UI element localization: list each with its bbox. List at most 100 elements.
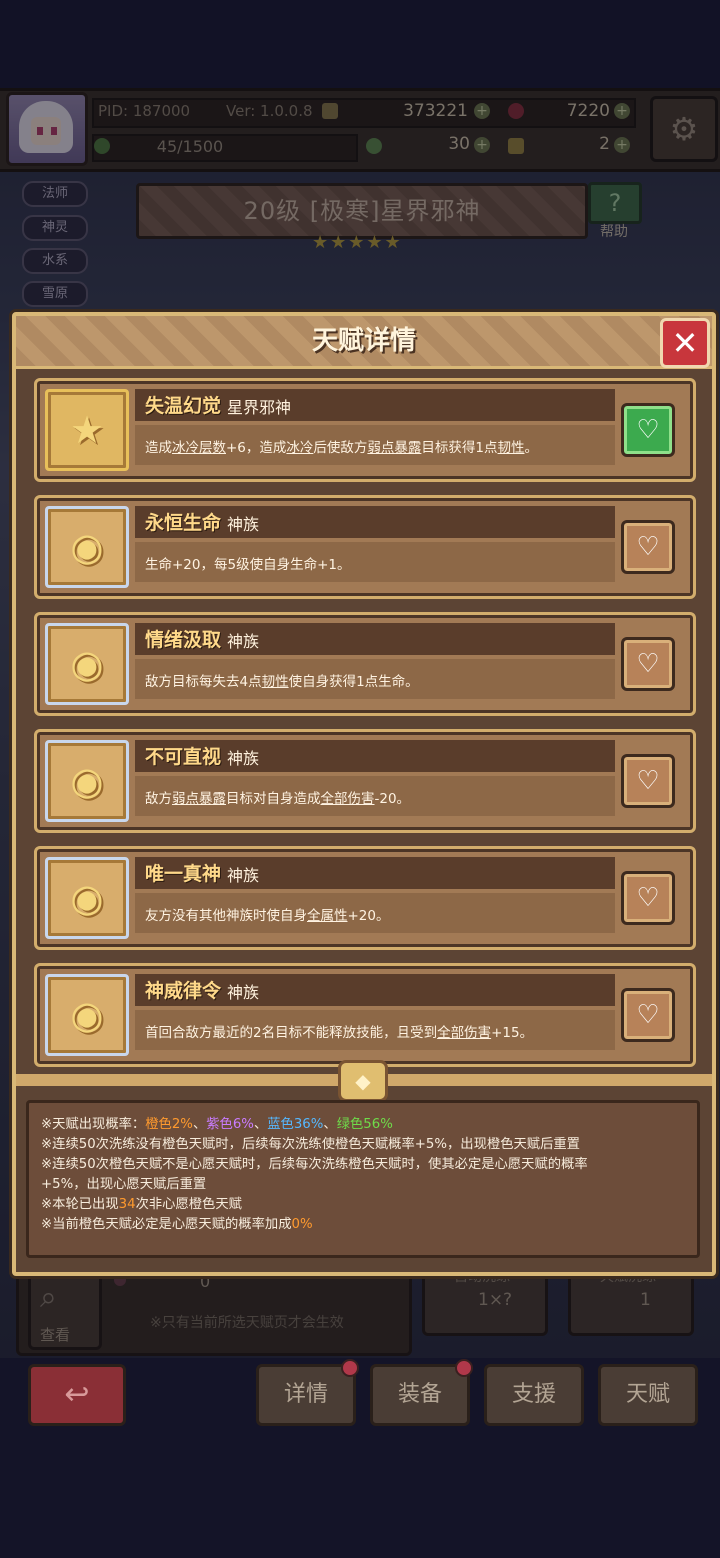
desc-text: 使自身获得1点生命。 [288,674,419,690]
emblem-icon: ◉ [70,759,104,803]
emblem-icon: ◉ [70,993,104,1037]
nav-details-label: 详情 [283,1382,328,1407]
talent-desc-row: 造成冰冷层数+6，造成冰冷后使敌方弱点暴露目标获得1点韧性。 [135,425,615,465]
keyword-link[interactable]: 韧性 [262,674,289,690]
talent-name: 不可直视 [145,746,222,768]
keyword-link[interactable]: 韧性 [498,440,525,456]
wish-heart-button[interactable]: ♡ [621,988,675,1042]
desc-text: 目标获得1点 [421,440,498,456]
rate-line: ※天赋出现概率：橙色2%、紫色6%、蓝色36%、绿色56% [41,1113,393,1132]
talent-desc-row: 敌方目标每失去4点韧性使自身获得1点生命。 [135,659,615,699]
desc-text: 。 [524,440,539,456]
keyword-link[interactable]: 全部伤害 [321,791,375,807]
god-emblem-icon: ◉ [45,974,129,1056]
god-emblem-icon: ◉ [45,506,129,588]
round-count-value: 34 [118,1197,136,1212]
pity-wish-line-cont: +5%，出现心愿天赋后重置 [41,1177,207,1192]
nav-equipment-label: 装备 [397,1382,442,1407]
talent-name-row: 不可直视 神族 [135,740,615,772]
keyword-link[interactable]: 全属性 [307,908,348,924]
nav-details[interactable]: 详情 [256,1359,359,1426]
talent-tribe: 神族 [227,632,260,651]
wish-heart-button[interactable]: ♡ [621,403,675,457]
rate-sep: 、 [192,1117,207,1132]
modal-title: 天赋详情 [311,326,416,356]
desc-text: 目标对自身造成 [226,791,321,807]
desc-text: +20。 [347,908,390,924]
talent-desc-row: 首回合敌方最近的2名目标不能释放技能，且受到全部伤害+15。 [135,1010,615,1050]
talent-name-row: 唯一真神 神族 [135,857,615,889]
keyword-link[interactable]: 冰冷层数 [172,440,226,456]
nav-equipment[interactable]: 装备 [370,1359,473,1426]
notification-dot [455,1359,473,1377]
talent-description: 敌方目标每失去4点韧性使自身获得1点生命。 [145,670,419,690]
emblem-icon: ◉ [70,642,104,686]
talent-tribe: 神族 [227,983,260,1002]
pity-wish-line: ※连续50次橙色天赋不是心愿天赋时，后续每次洗练橙色天赋时，使其必定是心愿天赋的… [41,1157,588,1172]
nav-talent-label: 天赋 [625,1382,670,1407]
nav-talent[interactable]: 天赋 [598,1364,698,1426]
talent-card[interactable]: ◉ 不可直视 神族敌方弱点暴露目标对自身造成全部伤害-20。 ♡ [34,729,696,833]
talent-card[interactable]: ◉ 永恒生命 神族生命+20，每5级使自身生命+1。 ♡ [34,495,696,599]
keyword-link[interactable]: 弱点暴露 [172,791,226,807]
desc-text: 敌方 [145,791,172,807]
rate-sep: 、 [323,1117,337,1132]
wish-heart-button[interactable]: ♡ [621,520,675,574]
talent-details-modal: 天赋详情 ✕ ★ 失温幻觉 星界邪神造成冰冷层数+6，造成冰冷后使敌方弱点暴露目标获… [12,312,716,1276]
keyword-link[interactable]: 冰冷 [286,440,313,456]
wish-bonus-prefix: ※当前橙色天赋必定是心愿天赋的概率加成 [41,1217,292,1232]
emblem-icon: ◉ [70,525,104,569]
nav-support[interactable]: 支援 [484,1364,584,1426]
talent-desc-row: 生命+20，每5级使自身生命+1。 [135,542,615,582]
talent-tribe: 神族 [227,866,260,885]
talent-description: 首回合敌方最近的2名目标不能释放技能，且受到全部伤害+15。 [145,1021,533,1041]
notification-dot [341,1359,359,1377]
desc-text: 敌方目标每失去4点 [145,674,262,690]
keyword-link[interactable]: 全部伤害 [437,1025,491,1041]
keyword-link[interactable]: 弱点暴露 [367,440,421,456]
god-emblem-icon: ◉ [45,857,129,939]
talent-desc-row: 敌方弱点暴露目标对自身造成全部伤害-20。 [135,776,615,816]
desc-text: 生命+20，每5级使自身生命+1。 [145,557,351,573]
talent-name: 情绪汲取 [145,629,222,651]
talent-tribe: 神族 [227,515,260,534]
talent-name-row: 神威律令 神族 [135,974,615,1006]
talent-name: 唯一真神 [145,863,222,885]
desc-text: +15。 [491,1025,534,1041]
back-button[interactable]: ↩ [28,1364,126,1426]
close-button[interactable]: ✕ [660,318,710,368]
talent-name-row: 情绪汲取 神族 [135,623,615,655]
wish-heart-button[interactable]: ♡ [621,637,675,691]
modal-header: 天赋详情 [16,316,712,369]
desc-text: 后使敌方 [313,440,368,456]
talent-description: 敌方弱点暴露目标对自身造成全部伤害-20。 [145,787,410,807]
probability-info-box: ※天赋出现概率：橙色2%、紫色6%、蓝色36%、绿色56% ※连续50次洗练没有… [26,1100,700,1258]
god-emblem-icon: ◉ [45,623,129,705]
desc-text: 友方没有其他神族时使自身 [145,908,307,924]
talent-card[interactable]: ◉ 神威律令 神族首回合敌方最近的2名目标不能释放技能，且受到全部伤害+15。 ♡ [34,963,696,1067]
talent-card[interactable]: ◉ 唯一真神 神族友方没有其他神族时使自身全属性+20。 ♡ [34,846,696,950]
wish-bonus-value: 0% [291,1217,313,1232]
emblem-icon: ◉ [70,876,104,920]
talent-description: 造成冰冷层数+6，造成冰冷后使敌方弱点暴露目标获得1点韧性。 [145,436,538,456]
rate-purple: 紫色6% [206,1117,254,1132]
top-letterbox [0,0,720,88]
talent-description: 友方没有其他神族时使自身全属性+20。 [145,904,390,924]
wish-bonus-line: ※当前橙色天赋必定是心愿天赋的概率加成0% [41,1213,313,1232]
round-count-line: ※本轮已出现34次非心愿橙色天赋 [41,1193,242,1212]
talent-tribe: 星界邪神 [227,398,292,417]
back-arrow-icon: ↩ [64,1377,90,1412]
desc-text: +6，造成 [226,440,287,456]
talent-name: 失温幻觉 [145,395,222,417]
talent-name-row: 失温幻觉 星界邪神 [135,389,615,421]
desc-text: -20。 [374,791,411,807]
talent-tribe: 神族 [227,749,260,768]
desc-text: 首回合敌方最近的2名目标不能释放技能，且受到 [145,1025,438,1041]
talent-name: 永恒生命 [145,512,222,534]
wish-heart-button[interactable]: ♡ [621,871,675,925]
star-icon: ★ [69,408,105,452]
talent-card[interactable]: ◉ 情绪汲取 神族敌方目标每失去4点韧性使自身获得1点生命。 ♡ [34,612,696,716]
talent-card[interactable]: ★ 失温幻觉 星界邪神造成冰冷层数+6，造成冰冷后使敌方弱点暴露目标获得1点韧性。 ♡ [34,378,696,482]
talent-description: 生命+20，每5级使自身生命+1。 [145,553,350,573]
wish-heart-button[interactable]: ♡ [621,754,675,808]
